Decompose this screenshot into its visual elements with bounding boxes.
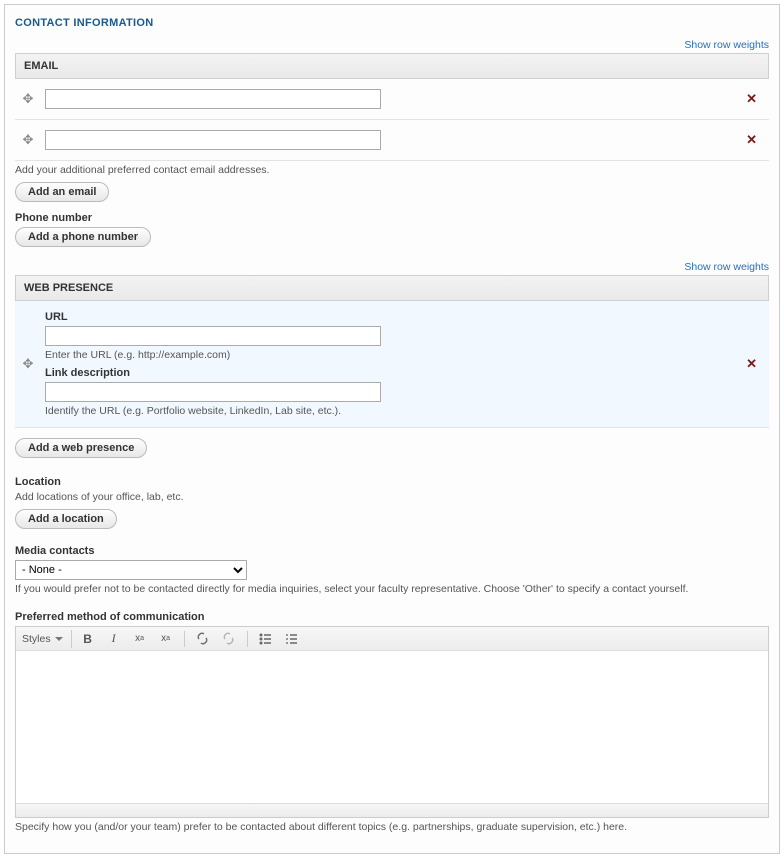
drag-handle-icon[interactable]: ✥ — [21, 92, 35, 106]
comm-label: Preferred method of communication — [15, 611, 769, 623]
editor-footer — [16, 803, 768, 817]
unlink-icon[interactable] — [219, 630, 239, 648]
subscript-icon[interactable]: xa — [156, 630, 176, 648]
drag-handle-icon[interactable]: ✥ — [21, 357, 35, 371]
italic-icon[interactable]: I — [104, 630, 124, 648]
styles-label: Styles — [22, 633, 51, 645]
chevron-down-icon — [55, 637, 63, 641]
link-icon[interactable] — [193, 630, 213, 648]
editor-toolbar: Styles B I xa xa — [16, 627, 768, 651]
toolbar-separator — [247, 631, 248, 647]
url-label: URL — [45, 311, 730, 323]
show-row-weights-container: Show row weights — [15, 39, 769, 51]
panel-title: CONTACT INFORMATION — [15, 13, 769, 39]
location-help-text: Add locations of your office, lab, etc. — [15, 491, 769, 503]
location-label: Location — [15, 476, 769, 488]
contact-info-panel: CONTACT INFORMATION Show row weights EMA… — [4, 4, 780, 854]
email-row-body — [45, 89, 730, 109]
email-input[interactable] — [45, 89, 381, 109]
email-section-header: EMAIL — [15, 53, 769, 79]
location-block: Location Add locations of your office, l… — [15, 476, 769, 529]
email-row: ✥ ✕ — [15, 120, 769, 161]
email-row: ✥ ✕ — [15, 79, 769, 120]
url-input[interactable] — [45, 326, 381, 346]
media-block: Media contacts - None - If you would pre… — [15, 545, 769, 595]
web-section-header: WEB PRESENCE — [15, 275, 769, 301]
linkdesc-input[interactable] — [45, 382, 381, 402]
media-select[interactable]: - None - — [15, 560, 247, 580]
media-help-text: If you would prefer not to be contacted … — [15, 583, 769, 595]
comm-help-text: Specify how you (and/or your team) prefe… — [15, 821, 769, 833]
add-location-button[interactable]: Add a location — [15, 509, 117, 529]
web-row-body: URL Enter the URL (e.g. http://example.c… — [45, 311, 730, 417]
web-row: ✥ URL Enter the URL (e.g. http://example… — [15, 301, 769, 428]
styles-dropdown[interactable]: Styles — [22, 630, 72, 648]
url-help-text: Enter the URL (e.g. http://example.com) — [45, 349, 730, 361]
drag-handle-icon[interactable]: ✥ — [21, 133, 35, 147]
add-phone-button[interactable]: Add a phone number — [15, 227, 151, 247]
show-row-weights-link[interactable]: Show row weights — [684, 39, 769, 51]
editor-canvas[interactable] — [16, 651, 768, 803]
media-label: Media contacts — [15, 545, 769, 557]
linkdesc-help-text: Identify the URL (e.g. Portfolio website… — [45, 405, 730, 417]
email-help-text: Add your additional preferred contact em… — [15, 164, 769, 176]
show-row-weights-container: Show row weights — [15, 261, 769, 273]
linkdesc-label: Link description — [45, 367, 730, 379]
show-row-weights-link[interactable]: Show row weights — [684, 261, 769, 273]
phone-block: Phone number Add a phone number — [15, 212, 769, 247]
superscript-icon[interactable]: xa — [130, 630, 150, 648]
numbered-list-icon[interactable] — [282, 630, 302, 648]
rich-text-editor: Styles B I xa xa — [15, 626, 769, 818]
bold-icon[interactable]: B — [78, 630, 98, 648]
email-row-body — [45, 130, 730, 150]
comm-block: Preferred method of communication Styles… — [15, 611, 769, 833]
remove-icon[interactable]: ✕ — [740, 132, 763, 148]
remove-icon[interactable]: ✕ — [740, 91, 763, 107]
toolbar-separator — [184, 631, 185, 647]
add-web-button[interactable]: Add a web presence — [15, 438, 147, 458]
bullet-list-icon[interactable] — [256, 630, 276, 648]
remove-icon[interactable]: ✕ — [740, 356, 763, 372]
phone-label: Phone number — [15, 212, 769, 224]
add-email-button[interactable]: Add an email — [15, 182, 109, 202]
email-input[interactable] — [45, 130, 381, 150]
